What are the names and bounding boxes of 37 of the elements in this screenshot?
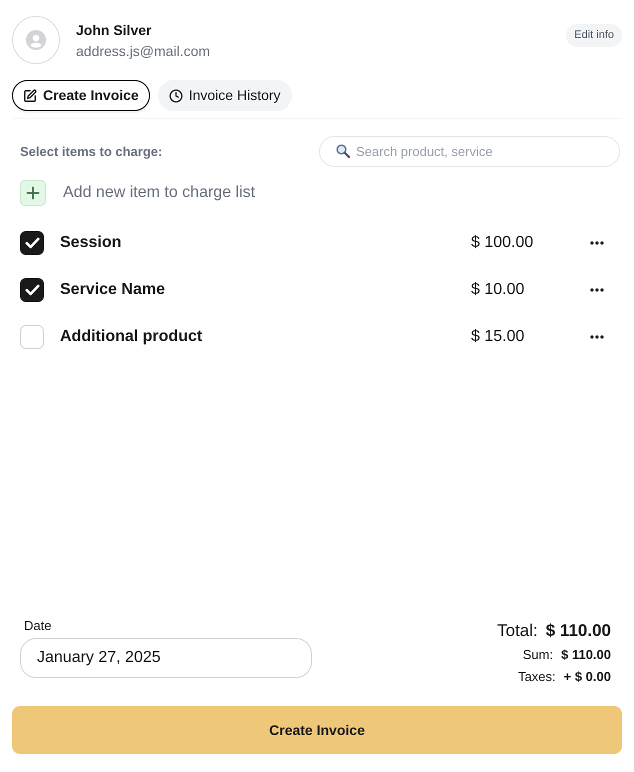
check-icon <box>24 236 40 248</box>
item-price: $ 15.00 <box>471 326 524 346</box>
section-heading: Select items to charge: <box>20 142 162 161</box>
item-price: $ 100.00 <box>471 232 534 252</box>
item-name: Service Name <box>60 280 165 300</box>
more-options-icon[interactable] <box>590 334 604 338</box>
sum-value: $ 110.00 <box>561 646 611 664</box>
user-name: John Silver <box>76 21 152 39</box>
taxes-value: + $ 0.00 <box>564 668 611 686</box>
date-label: Date <box>24 618 52 634</box>
sum-label: Sum: <box>522 646 554 664</box>
checkbox[interactable] <box>20 230 44 254</box>
total-label: Total: <box>497 620 538 642</box>
item-name: Session <box>60 232 122 252</box>
search-field[interactable]: Search product, service <box>319 136 620 167</box>
search-icon <box>336 144 350 158</box>
checkbox[interactable] <box>20 324 44 348</box>
tab[interactable]: Invoice History <box>158 80 292 111</box>
item-price: $ 10.00 <box>471 280 524 300</box>
more-options-icon[interactable] <box>590 240 604 244</box>
add-item-label[interactable]: Add new item to charge list <box>63 181 256 205</box>
check-icon <box>24 284 40 296</box>
date-field[interactable]: January 27, 2025 <box>20 638 312 678</box>
create-invoice-button[interactable]: Create Invoice <box>12 706 622 754</box>
more-options-icon[interactable] <box>590 288 604 292</box>
user-silhouette-icon <box>26 30 46 50</box>
add-item-button[interactable] <box>20 180 46 206</box>
tab[interactable]: Create Invoice <box>12 80 150 111</box>
checkbox[interactable] <box>20 278 44 302</box>
plus-icon <box>26 186 40 200</box>
total-value: $ 110.00 <box>546 620 611 642</box>
edit-info-button[interactable]: Edit info <box>566 24 622 47</box>
edit-icon <box>23 88 37 102</box>
user-email: address.js@mail.com <box>76 42 210 60</box>
taxes-label: Taxes: <box>518 668 556 686</box>
item-name: Additional product <box>60 326 202 346</box>
clock-icon <box>168 88 183 102</box>
